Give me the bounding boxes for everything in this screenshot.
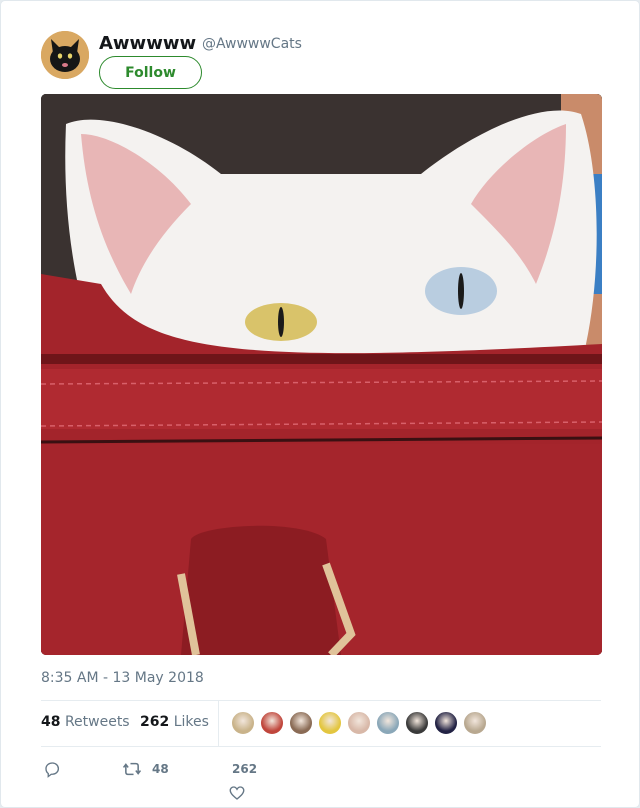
retweets-label: Retweets [64,714,130,730]
cat-photo-icon [41,94,602,655]
divider [41,700,601,701]
likes-count: 262 [140,714,170,730]
likes-stat[interactable]: 262 Likes [140,714,209,730]
liker-avatar[interactable] [463,711,487,735]
liker-avatar[interactable] [376,711,400,735]
liker-avatar[interactable] [231,711,255,735]
stats-separator [218,701,219,746]
tweet-card: Awwwww @AwwwwCats Follow 8:35 AM - 13 Ma… [0,0,640,808]
liker-avatars [231,711,487,735]
tweet-photo[interactable] [41,94,602,655]
retweets-stat[interactable]: 48 Retweets [41,714,130,730]
retweets-count: 48 [41,714,61,730]
follow-button[interactable]: Follow [99,56,202,89]
liker-avatar[interactable] [260,711,284,735]
heart-icon [229,786,245,800]
author-display-name[interactable]: Awwwww [99,33,196,54]
retweet-icon [122,762,142,776]
liker-avatar[interactable] [289,711,313,735]
retweet-button[interactable]: 48 [122,760,169,778]
retweet-action-count: 48 [152,762,169,776]
liker-avatar[interactable] [405,711,429,735]
liker-avatar[interactable] [434,711,458,735]
author-handle[interactable]: @AwwwwCats [202,36,302,52]
likes-label: Likes [173,714,209,730]
like-action-count: 262 [232,762,258,776]
divider [41,746,601,747]
reply-icon [45,762,60,778]
like-button[interactable] [228,784,246,806]
liker-avatar[interactable] [318,711,342,735]
author-avatar[interactable] [41,31,89,79]
tweet-timestamp[interactable]: 8:35 AM - 13 May 2018 [41,670,204,686]
reply-button[interactable] [43,760,61,778]
black-cat-avatar-icon [41,31,89,79]
liker-avatar[interactable] [347,711,371,735]
